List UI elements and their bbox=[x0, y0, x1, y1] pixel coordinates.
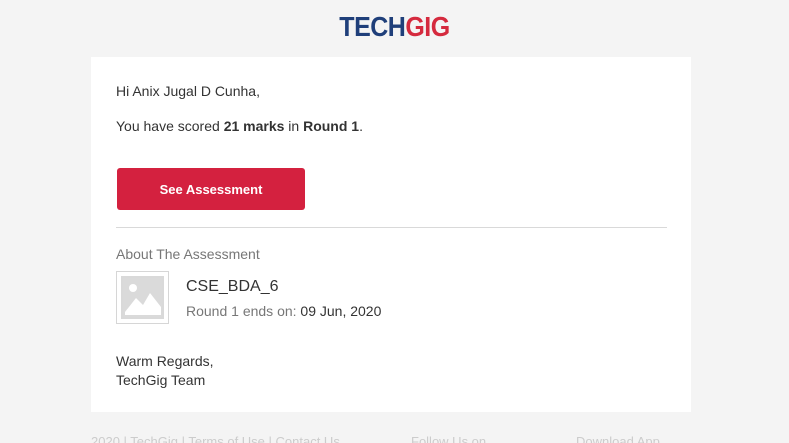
footer-links[interactable]: 2020 | TechGig | Terms of Use | Contact … bbox=[91, 434, 340, 443]
round-end-date: 09 Jun, 2020 bbox=[300, 303, 382, 319]
footer-follow-us: Follow Us on bbox=[411, 434, 487, 443]
image-placeholder-icon bbox=[116, 271, 169, 324]
email-card: Hi Anix Jugal D Cunha, You have scored 2… bbox=[91, 57, 691, 412]
logo-tech-text: TECH bbox=[339, 10, 406, 43]
footer-download-app: Download App bbox=[576, 434, 660, 443]
about-assessment-heading: About The Assessment bbox=[116, 246, 260, 262]
see-assessment-button[interactable]: See Assessment bbox=[117, 168, 305, 210]
divider bbox=[116, 227, 667, 228]
score-suffix: . bbox=[359, 118, 363, 134]
round-end-label: Round 1 ends on: bbox=[186, 303, 301, 319]
greeting-text: Hi Anix Jugal D Cunha, bbox=[116, 83, 260, 99]
image-placeholder-svg bbox=[121, 276, 164, 319]
score-middle: in bbox=[284, 118, 304, 134]
email-footer: 2020 | TechGig | Terms of Use | Contact … bbox=[91, 434, 691, 443]
logo-gig-text: GIG bbox=[405, 10, 450, 43]
score-marks: 21 marks bbox=[223, 118, 285, 134]
signature-line: TechGig Team bbox=[116, 372, 206, 388]
email-page: TECHGIG Hi Anix Jugal D Cunha, You have … bbox=[0, 0, 789, 443]
score-text: You have scored 21 marks in Round 1. bbox=[116, 118, 363, 134]
score-prefix: You have scored bbox=[116, 118, 224, 134]
email-header: TECHGIG bbox=[0, 0, 789, 56]
techgig-logo[interactable]: TECHGIG bbox=[339, 10, 450, 43]
round-end-text: Round 1 ends on: 09 Jun, 2020 bbox=[186, 303, 381, 319]
score-round: Round 1 bbox=[303, 118, 360, 134]
assessment-name[interactable]: CSE_BDA_6 bbox=[186, 278, 279, 296]
regards-block: Warm Regards, TechGig Team bbox=[116, 352, 214, 390]
regards-line: Warm Regards, bbox=[116, 353, 214, 369]
